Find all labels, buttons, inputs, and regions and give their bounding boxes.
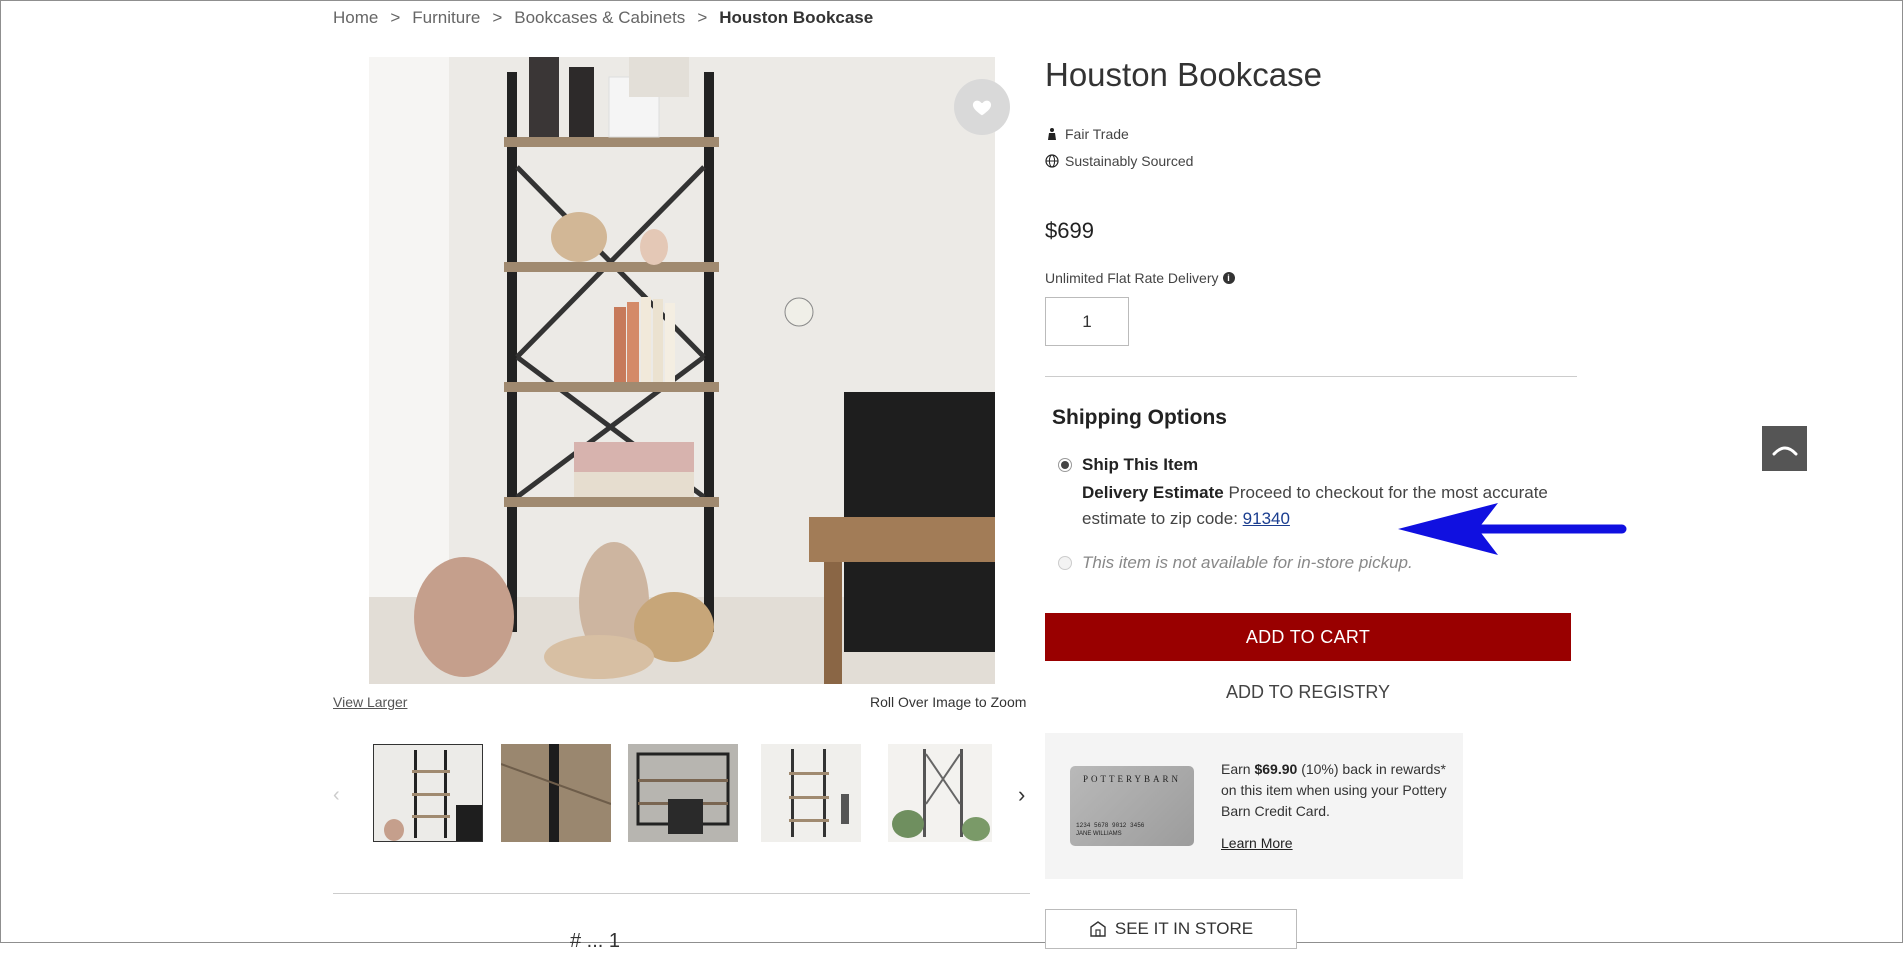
ship-item-radio[interactable] — [1058, 458, 1072, 472]
product-price: $699 — [1045, 218, 1094, 243]
globe-icon — [1045, 154, 1059, 168]
credit-card-image: POTTERYBARN 1234 5678 9012 3456 JANE WIL… — [1070, 766, 1194, 846]
annotation-arrow-icon — [1398, 503, 1627, 555]
attribute-fair-trade: Fair Trade — [1045, 126, 1129, 142]
breadcrumb-furniture[interactable]: Furniture — [412, 8, 480, 28]
delivery-info: Unlimited Flat Rate Delivery i — [1045, 270, 1235, 286]
see-it-in-store-button[interactable]: SEE IT IN STORE — [1045, 909, 1297, 949]
thumbnail-3[interactable] — [628, 744, 738, 842]
rewards-promo: POTTERYBARN 1234 5678 9012 3456 JANE WIL… — [1045, 733, 1463, 879]
thumbnail-prev-button[interactable]: ‹ — [333, 784, 340, 807]
card-brand: POTTERYBARN — [1082, 774, 1181, 784]
thumbnail-carousel: ‹ › — [333, 744, 1033, 842]
zoom-hint: Roll Over Image to Zoom — [870, 694, 1027, 710]
card-number: 1234 5678 9012 3456 — [1076, 822, 1145, 829]
breadcrumb-separator: > — [697, 8, 708, 27]
thumbnail-4[interactable] — [761, 744, 861, 842]
breadcrumb: Home > Furniture > Bookcases & Cabinets … — [333, 8, 873, 28]
shipping-options-title: Shipping Options — [1052, 406, 1227, 429]
attribute-label: Fair Trade — [1065, 126, 1129, 142]
info-icon[interactable]: i — [1222, 272, 1235, 284]
breadcrumb-current: Houston Bookcase — [719, 8, 874, 27]
add-to-cart-button[interactable]: ADD TO CART — [1045, 613, 1571, 661]
delivery-estimate-label: Delivery Estimate — [1082, 483, 1224, 502]
add-to-registry-button[interactable]: ADD TO REGISTRY — [1045, 678, 1571, 706]
heart-icon — [972, 100, 992, 116]
see-it-in-store-label: SEE IT IN STORE — [1114, 919, 1254, 938]
thumbnail-1[interactable] — [373, 744, 483, 842]
product-title: Houston Bookcase — [1045, 56, 1323, 93]
delivery-label: Unlimited Flat Rate Delivery — [1045, 270, 1219, 286]
attribute-label: Sustainably Sourced — [1065, 153, 1194, 169]
product-main-image[interactable] — [369, 57, 995, 684]
thumbnail-5[interactable] — [888, 744, 992, 842]
favorite-button[interactable] — [954, 79, 1010, 135]
breadcrumb-separator: > — [390, 8, 401, 27]
store-pickup-unavailable: This item is not available for in-store … — [1082, 553, 1413, 572]
quantity-input[interactable] — [1045, 297, 1129, 346]
breadcrumb-home[interactable]: Home — [333, 8, 378, 28]
store-icon — [1090, 921, 1106, 937]
store-pickup-radio — [1058, 556, 1072, 570]
card-holder: JANE WILLIAMS — [1076, 831, 1122, 837]
breadcrumb-separator: > — [492, 8, 503, 27]
breadcrumb-bookcases[interactable]: Bookcases & Cabinets — [514, 8, 685, 28]
rewards-prefix: Earn — [1221, 761, 1251, 777]
rewards-amount: $69.90 — [1254, 761, 1298, 777]
section-divider — [1045, 376, 1577, 377]
section-divider — [333, 893, 1030, 894]
partial-section-heading: # ... 1 — [570, 930, 621, 952]
attribute-sustainably-sourced: Sustainably Sourced — [1045, 153, 1193, 169]
ship-item-label[interactable]: Ship This Item — [1082, 455, 1198, 475]
thumbnail-next-button[interactable]: › — [1018, 782, 1025, 808]
thumbnail-2[interactable] — [501, 744, 611, 842]
fair-trade-icon — [1048, 128, 1056, 140]
learn-more-link[interactable]: Learn More — [1221, 835, 1293, 851]
rewards-text: Earn $69.90 (10%) back in rewards* on th… — [1221, 759, 1451, 822]
view-larger-link[interactable]: View Larger — [333, 694, 407, 710]
zip-code-link[interactable]: 91340 — [1243, 509, 1290, 528]
scroll-to-top-button[interactable] — [1762, 426, 1807, 471]
chevron-up-icon — [1772, 446, 1797, 455]
